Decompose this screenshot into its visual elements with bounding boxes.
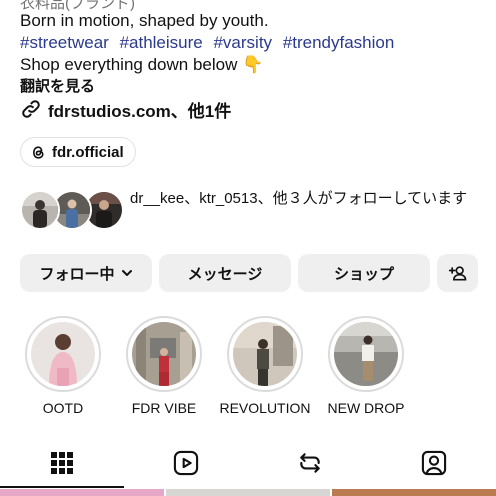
threads-username: fdr.official xyxy=(52,143,124,161)
message-button[interactable]: メッセージ xyxy=(159,254,291,292)
bio-line: Shop everything down below 👇 xyxy=(20,54,394,76)
reposts-icon xyxy=(300,453,320,473)
highlight-label: NEW DROP xyxy=(327,400,405,416)
message-label: メッセージ xyxy=(187,265,263,283)
profile-bio: Born in motion, shaped by youth. #street… xyxy=(20,10,394,98)
pointing-down-emoji: 👇 xyxy=(242,55,264,74)
shop-button[interactable]: ショップ xyxy=(298,254,430,292)
post-thumbnail[interactable] xyxy=(332,489,496,496)
highlight-cover-image xyxy=(233,322,297,386)
highlight-ring xyxy=(25,316,101,392)
following-button[interactable]: フォロー中 xyxy=(20,254,152,292)
grid-icon xyxy=(51,452,73,474)
mutual-follower-avatars xyxy=(20,190,124,230)
link-icon xyxy=(22,100,40,118)
post-thumbnail[interactable] xyxy=(166,489,330,496)
threads-icon xyxy=(32,145,44,159)
profile-link[interactable]: fdrstudios.com、他1件 xyxy=(20,97,231,121)
highlight-item[interactable]: OOTD xyxy=(15,316,111,416)
hashtag-link[interactable]: #streetwear xyxy=(20,33,109,52)
see-translation-link[interactable]: 翻訳を見る xyxy=(20,76,394,98)
profile-content-tabs xyxy=(0,440,496,488)
shop-label: ショップ xyxy=(333,265,394,283)
following-label: フォロー中 xyxy=(39,265,115,283)
highlight-cover-image xyxy=(334,322,398,386)
highlight-item[interactable]: REVOLUTION xyxy=(217,316,313,416)
bio-text: Shop everything down below xyxy=(20,55,238,74)
highlight-cover-image xyxy=(132,322,196,386)
highlight-label: FDR VIBE xyxy=(131,400,197,416)
highlight-item[interactable]: NEW DROP xyxy=(318,316,414,416)
highlight-ring xyxy=(227,316,303,392)
avatar xyxy=(20,190,60,230)
highlight-cover-image xyxy=(31,322,95,386)
hashtag-link[interactable]: #trendyfashion xyxy=(283,33,395,52)
chevron-down-icon xyxy=(121,270,132,276)
suggested-users-button[interactable] xyxy=(437,254,478,292)
profile-link-text: fdrstudios.com、他1件 xyxy=(48,101,232,121)
tab-reels[interactable] xyxy=(124,440,248,486)
highlight-label: REVOLUTION xyxy=(219,400,311,416)
story-highlights: OOTD FDR VIBE REVOLUTION NEW DROP xyxy=(0,316,496,421)
profile-actions: フォロー中 メッセージ ショップ xyxy=(20,254,478,292)
tab-posts[interactable] xyxy=(0,440,124,486)
reels-icon xyxy=(173,450,199,476)
mutual-followers-text: dr__kee、ktr_0513、他３人がフォローしています xyxy=(130,190,468,207)
tab-reposts[interactable] xyxy=(248,440,372,486)
highlight-label: OOTD xyxy=(42,400,84,416)
tagged-icon xyxy=(421,450,447,476)
highlight-ring xyxy=(328,316,404,392)
post-thumbnail[interactable] xyxy=(0,489,164,496)
mutual-followers[interactable]: dr__kee、ktr_0513、他３人がフォローしています xyxy=(20,186,490,232)
bio-hashtags: #streetwear #athleisure #varsity #trendy… xyxy=(20,32,394,54)
hashtag-link[interactable]: #varsity xyxy=(213,33,272,52)
add-person-icon xyxy=(448,266,466,281)
bio-line: Born in motion, shaped by youth. xyxy=(20,11,269,30)
highlight-ring xyxy=(126,316,202,392)
highlight-item[interactable]: FDR VIBE xyxy=(116,316,212,416)
tab-tagged[interactable] xyxy=(372,440,496,486)
hashtag-link[interactable]: #athleisure xyxy=(120,33,203,52)
post-grid-preview xyxy=(0,489,496,496)
active-tab-indicator xyxy=(0,486,124,488)
threads-badge[interactable]: fdr.official xyxy=(20,137,136,167)
